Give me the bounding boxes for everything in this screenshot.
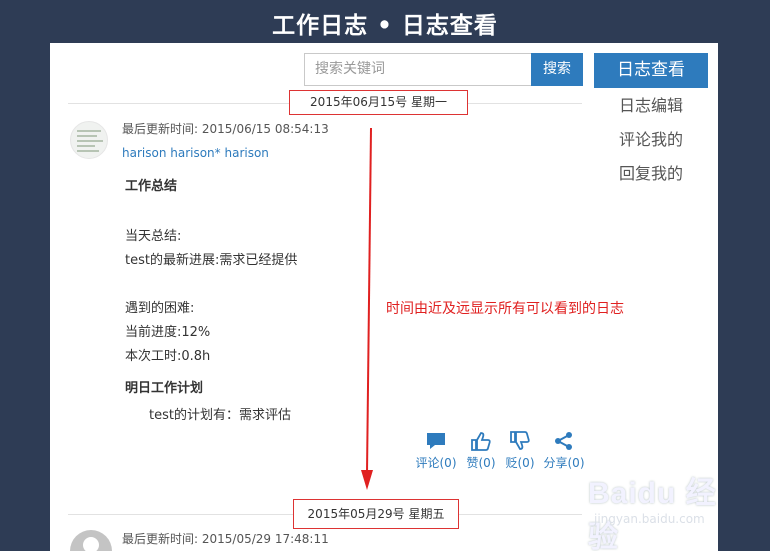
comment-action[interactable]: 评论(0) (414, 431, 458, 471)
comment-count: 评论(0) (415, 456, 457, 470)
share-icon (555, 432, 572, 450)
progress-line: 当前进度:12% (125, 325, 211, 340)
nav-item-edit-log[interactable]: 日志编辑 (594, 92, 708, 116)
thumbs-down-icon (510, 431, 530, 450)
arrow-annotation (361, 128, 373, 490)
author-links[interactable]: harison harison* harison (122, 146, 269, 160)
comment-icon (427, 433, 445, 449)
plan-heading: 明日工作计划 (125, 381, 204, 396)
summary-line: test的最新进展:需求已经提供 (125, 253, 298, 268)
annotation-text: 时间由近及远显示所有可以看到的日志 (386, 301, 624, 317)
date-label: 2015年06月15号 星期一 (289, 90, 468, 115)
dislike-action[interactable]: 贬(0) (498, 431, 542, 471)
hours-line: 本次工时:0.8h (125, 349, 211, 364)
date-label: 2015年05月29号 星期五 (293, 499, 459, 529)
issues-label: 遇到的困难: (125, 301, 195, 316)
search-button[interactable]: 搜索 (531, 53, 583, 86)
dislike-count: 贬(0) (505, 456, 535, 470)
nav-item-comments-mine[interactable]: 评论我的 (594, 126, 708, 150)
avatar (70, 121, 108, 159)
share-count: 分享(0) (543, 456, 585, 470)
watermark: Baidu 经验 jingyan.baidu.com (588, 468, 728, 551)
nav-item-replies-mine[interactable]: 回复我的 (594, 160, 708, 184)
search-input[interactable]: 搜索关键词 (304, 53, 532, 86)
last-updated-time: 最后更新时间: 2015/05/29 17:48:11 (122, 532, 329, 546)
entry-actions: 评论(0) 赞(0) 贬(0) 分享(0) (414, 431, 594, 479)
nav-item-view-log[interactable]: 日志查看 (594, 53, 708, 88)
summary-label: 当天总结: (125, 229, 182, 244)
share-action[interactable]: 分享(0) (542, 431, 586, 471)
plan-line: test的计划有：需求评估 (149, 408, 291, 423)
page-title: 工作日志 • 日志查看 (272, 12, 498, 39)
thumbs-up-icon (471, 432, 491, 451)
watermark-logo: Baidu 经验 (588, 477, 717, 551)
last-updated-time: 最后更新时间: 2015/06/15 08:54:13 (122, 122, 329, 136)
summary-heading: 工作总结 (125, 179, 178, 194)
avatar (70, 530, 112, 551)
like-action[interactable]: 赞(0) (459, 431, 503, 471)
watermark-url: jingyan.baidu.com (594, 512, 705, 526)
like-count: 赞(0) (466, 456, 496, 470)
